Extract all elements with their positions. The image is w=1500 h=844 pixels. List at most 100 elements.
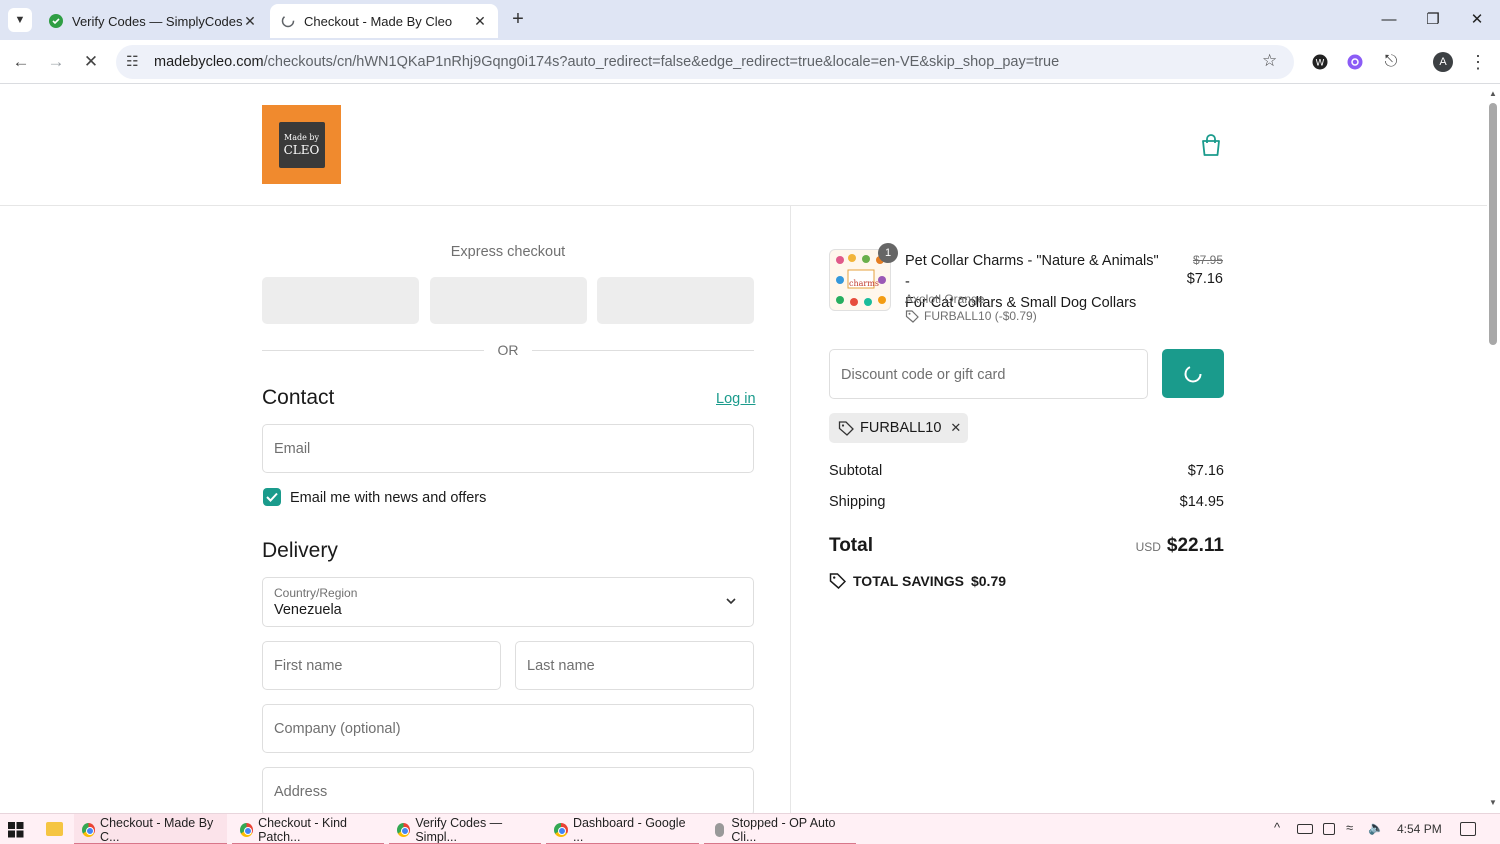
- file-explorer-icon[interactable]: [46, 822, 63, 836]
- battery-icon[interactable]: [1297, 824, 1313, 834]
- scroll-up-arrow[interactable]: ▲: [1489, 89, 1497, 98]
- speaker-icon[interactable]: 🔈: [1368, 820, 1384, 836]
- tab-verify-codes[interactable]: Verify Codes — SimplyCodes ✕: [38, 4, 268, 38]
- close-icon[interactable]: ✕: [472, 13, 488, 30]
- close-icon[interactable]: ✕: [242, 13, 258, 30]
- login-link[interactable]: Log in: [716, 391, 756, 407]
- or-divider-label: OR: [497, 342, 519, 358]
- delivery-heading: Delivery: [262, 539, 338, 562]
- taskbar-item[interactable]: Checkout - Kind Patch...: [232, 814, 384, 844]
- chrome-icon: [397, 822, 411, 837]
- newsletter-checkbox[interactable]: [263, 488, 281, 506]
- extension-w-icon[interactable]: W: [1306, 48, 1334, 76]
- scroll-down-arrow[interactable]: ▼: [1489, 798, 1497, 807]
- taskbar-item-label: Dashboard - Google ...: [572, 815, 686, 844]
- tab-checkout-made-by-cleo[interactable]: Checkout - Made By Cleo ✕: [270, 4, 498, 38]
- checkmark-icon: [266, 492, 278, 502]
- subtotal-label: Subtotal: [829, 463, 883, 479]
- original-price: $7.95: [1192, 253, 1223, 267]
- menu-kebab-icon[interactable]: ⋮: [1464, 48, 1492, 76]
- discount-code-input[interactable]: Discount code or gift card: [829, 349, 1148, 399]
- windows-taskbar: Checkout - Made By C... Checkout - Kind …: [0, 813, 1500, 844]
- logo-mark: Made by CLEO: [278, 121, 325, 168]
- thumbnail-text: charms: [849, 279, 879, 288]
- address-field[interactable]: Address: [262, 767, 754, 813]
- item-discount-text: FURBALL10 (-$0.79): [924, 309, 1037, 323]
- clock-time[interactable]: 4:54 PM: [1397, 822, 1442, 836]
- scrollbar-thumb[interactable]: [1489, 103, 1497, 345]
- page-scrollbar[interactable]: ▲ ▼: [1487, 85, 1500, 813]
- first-name-placeholder: First name: [274, 658, 343, 674]
- wifi-icon[interactable]: ≈: [1346, 820, 1353, 835]
- store-header: Made by CLEO: [0, 85, 1487, 206]
- taskbar-item-label: Checkout - Kind Patch...: [258, 815, 348, 844]
- divider-line: [532, 350, 754, 351]
- taskbar-item[interactable]: Verify Codes — Simpl...: [389, 814, 541, 844]
- last-name-field[interactable]: Last name: [515, 641, 754, 690]
- newsletter-label[interactable]: Email me with news and offers: [290, 490, 486, 506]
- quantity-badge: 1: [878, 243, 898, 263]
- url-text[interactable]: madebycleo.com/checkouts/cn/hWN1QKaP1nRh…: [154, 54, 1059, 70]
- company-field[interactable]: Company (optional): [262, 704, 754, 753]
- country-label: Country/Region: [274, 586, 358, 600]
- minimize-button[interactable]: —: [1366, 0, 1412, 38]
- shipping-label: Shipping: [829, 494, 886, 510]
- product-name-line: Pet Collar Charms - "Nature & Animals" -: [905, 253, 1159, 290]
- taskbar-item[interactable]: Dashboard - Google ...: [546, 814, 699, 844]
- profile-avatar[interactable]: A: [1429, 48, 1457, 76]
- close-window-button[interactable]: ✕: [1454, 0, 1500, 38]
- total-currency: USD: [1135, 540, 1161, 554]
- site-settings-icon[interactable]: ☷: [126, 53, 139, 70]
- applied-discount-chip: FURBALL10 ✕: [829, 413, 968, 443]
- first-name-field[interactable]: First name: [262, 641, 501, 690]
- email-placeholder: Email: [274, 441, 311, 457]
- express-pay-button-3[interactable]: [597, 277, 754, 324]
- notifications-icon[interactable]: [1460, 822, 1476, 836]
- tab-search-button[interactable]: ▼: [8, 8, 32, 32]
- loading-favicon-icon: [280, 13, 296, 29]
- chrome-icon: [240, 822, 254, 837]
- taskbar-item[interactable]: Checkout - Made By C...: [74, 814, 227, 844]
- meet-now-icon[interactable]: [1323, 823, 1335, 835]
- shipping-value: $14.95: [1179, 494, 1224, 510]
- extensions-puzzle-icon[interactable]: ⎋: [1377, 48, 1405, 76]
- country-select[interactable]: Country/Region Venezuela: [262, 577, 754, 627]
- bookmark-star-icon[interactable]: ☆: [1262, 51, 1277, 71]
- back-button[interactable]: ←: [7, 48, 35, 76]
- remove-code-icon[interactable]: ✕: [950, 420, 961, 436]
- store-logo[interactable]: Made by CLEO: [262, 105, 341, 184]
- express-pay-button-1[interactable]: [262, 277, 419, 324]
- start-button[interactable]: [8, 822, 24, 838]
- browser-tab-strip: ▼ Verify Codes — SimplyCodes ✕ Checkout …: [0, 0, 1500, 40]
- chrome-icon: [82, 822, 96, 837]
- order-summary: charms 1 Pet Collar Charms - "Nature & A…: [790, 206, 1487, 813]
- tab-title: Checkout - Made By Cleo: [304, 13, 453, 29]
- savings-value: $0.79: [970, 572, 1007, 589]
- shopping-bag-icon[interactable]: [1200, 133, 1222, 157]
- discount-placeholder: Discount code or gift card: [841, 367, 1006, 383]
- taskbar-item[interactable]: Stopped - OP Auto Cli...: [704, 814, 856, 844]
- profile-initial: A: [1433, 52, 1453, 72]
- express-checkout-label: Express checkout: [450, 244, 566, 260]
- logo-text-bottom: CLEO: [283, 142, 320, 157]
- divider-line: [262, 350, 484, 351]
- express-pay-button-2[interactable]: [430, 277, 587, 324]
- new-tab-button[interactable]: +: [508, 9, 528, 29]
- windows-logo-icon: [8, 822, 24, 838]
- chrome-icon: [554, 822, 568, 837]
- stop-loading-button[interactable]: ✕: [77, 48, 105, 76]
- apply-discount-button[interactable]: [1162, 349, 1224, 398]
- chevron-up-icon[interactable]: ^: [1274, 820, 1280, 835]
- simplycodes-favicon-icon: [48, 13, 64, 29]
- auto-clicker-icon: [715, 822, 725, 837]
- url-path: /checkouts/cn/hWN1QKaP1nRhj9Gqng0i174s?a…: [263, 54, 1060, 70]
- item-discount: FURBALL10 (-$0.79): [905, 309, 1037, 323]
- email-field[interactable]: Email: [262, 424, 754, 473]
- total-value: $22.11: [1166, 535, 1224, 556]
- last-name-placeholder: Last name: [527, 658, 595, 674]
- extension-purple-icon[interactable]: [1341, 48, 1369, 76]
- total-label: Total: [829, 535, 873, 556]
- forward-button[interactable]: →: [42, 48, 70, 76]
- restore-button[interactable]: ❐: [1410, 0, 1456, 38]
- address-bar[interactable]: ☷ madebycleo.com/checkouts/cn/hWN1QKaP1n…: [116, 45, 1294, 79]
